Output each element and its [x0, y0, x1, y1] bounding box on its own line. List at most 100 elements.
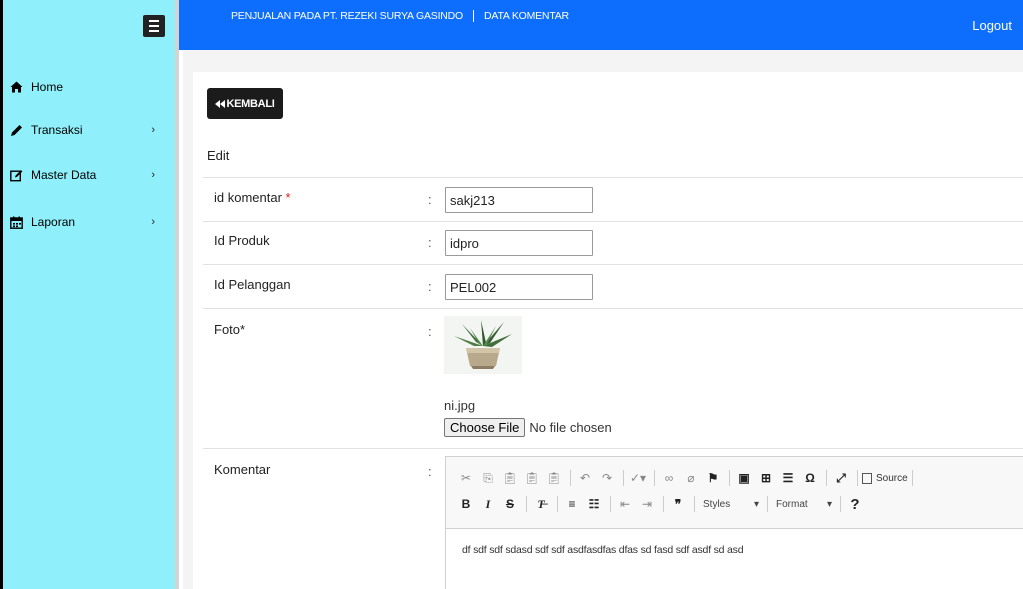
styles-label: Styles [703, 498, 731, 510]
toolbar-divider [911, 470, 913, 486]
id-komentar-input[interactable] [445, 187, 593, 213]
chevron-down-icon: ▾ [753, 498, 759, 510]
file-input: Choose File No file chosen [444, 418, 612, 437]
divider [203, 264, 1023, 265]
id-produk-input[interactable] [445, 230, 593, 256]
paste-text-icon[interactable]: 📋︎ [522, 468, 542, 488]
sidebar-item-label: Transaksi [31, 123, 83, 137]
toolbar-divider [767, 496, 768, 512]
komentar-label: Komentar [214, 462, 271, 477]
back-icon [215, 99, 226, 108]
horizontal-line-icon[interactable]: ☰ [778, 468, 798, 488]
spellcheck-icon[interactable]: ✓▾ [628, 468, 648, 488]
numbered-list-icon[interactable]: ≡ [562, 494, 582, 514]
chevron-right-icon: › [151, 169, 155, 181]
indent-icon[interactable]: ⇥ [637, 494, 657, 514]
form-panel: KEMBALI Edit id komentar * : Id Produk :… [193, 72, 1023, 589]
paste-word-icon[interactable]: 📋︎ [544, 468, 564, 488]
no-file-text: No file chosen [529, 420, 612, 435]
toolbar-divider [610, 496, 611, 512]
toolbar-row-2: B I S T̶ ≡ ☷ ⇤ ⇥ ❞ Styles ▾ Format ▾ ? [456, 491, 1015, 517]
sidebar: Home Transaksi › Master Data › Laporan › [3, 0, 179, 589]
chevron-right-icon: › [151, 124, 155, 136]
home-icon [9, 80, 23, 94]
colon: : [428, 192, 432, 207]
strikethrough-icon[interactable]: S [500, 494, 520, 514]
undo-icon[interactable]: ↶ [575, 468, 595, 488]
redo-icon[interactable]: ↷ [597, 468, 617, 488]
id-komentar-label: id komentar * [214, 190, 291, 205]
bulleted-list-icon[interactable]: ☷ [584, 494, 604, 514]
anchor-flag-icon[interactable]: ⚑ [703, 468, 723, 488]
breadcrumb-divider [473, 10, 475, 22]
calendar-icon [9, 215, 23, 229]
app-title: PENJUALAN PADA PT. REZEKI SURYA GASINDO [231, 10, 464, 22]
toolbar-divider [663, 496, 664, 512]
sidebar-item-laporan[interactable]: Laporan › [3, 210, 175, 234]
source-label: Source [876, 472, 908, 484]
logout-link[interactable]: Logout [972, 18, 1012, 33]
colon: : [428, 464, 432, 479]
italic-icon[interactable]: I [478, 494, 498, 514]
breadcrumb: PENJUALAN PADA PT. REZEKI SURYA GASINDO … [231, 10, 569, 22]
outdent-icon[interactable]: ⇤ [615, 494, 635, 514]
content-area: KEMBALI Edit id komentar * : Id Produk :… [183, 50, 1023, 589]
copy-icon[interactable]: ⎘ [478, 468, 498, 488]
format-dropdown[interactable]: Format ▾ [772, 499, 836, 510]
colon: : [428, 279, 432, 294]
sidebar-item-label: Home [31, 80, 64, 94]
source-icon [862, 472, 872, 484]
blockquote-icon[interactable]: ❞ [668, 494, 688, 514]
rich-text-editor: ✂ ⎘ 📋︎ 📋︎ 📋︎ ↶ ↷ ✓▾ ∞ ⌀ ⚑ ▣ ⊞ ☰ Ω ⤢ Sour… [445, 456, 1023, 589]
toolbar-divider [654, 470, 655, 486]
table-icon[interactable]: ⊞ [756, 468, 776, 488]
format-label: Format [776, 498, 808, 510]
page-title: DATA KOMENTAR [484, 10, 569, 22]
chevron-right-icon: › [151, 216, 155, 228]
sidebar-item-transaksi[interactable]: Transaksi › [3, 118, 175, 142]
toolbar-divider [729, 470, 730, 486]
divider [203, 448, 1023, 449]
unlink-icon[interactable]: ⌀ [681, 468, 701, 488]
sidebar-item-master-data[interactable]: Master Data › [3, 163, 175, 187]
editor-content[interactable]: df sdf sdf sdasd sdf sdf asdfasdfas dfas… [446, 529, 1023, 571]
link-icon[interactable]: ∞ [659, 468, 679, 488]
choose-file-button[interactable]: Choose File [444, 418, 526, 437]
sidebar-item-label: Laporan [31, 215, 76, 229]
colon: : [428, 324, 432, 339]
toolbar-divider [694, 496, 695, 512]
colon: : [428, 235, 432, 250]
cut-icon[interactable]: ✂ [456, 468, 476, 488]
toolbar-divider [570, 470, 571, 486]
menu-toggle-icon[interactable] [143, 15, 165, 37]
divider [203, 308, 1023, 309]
photo-filename: ni.jpg [444, 398, 476, 413]
styles-dropdown[interactable]: Styles ▾ [699, 499, 763, 510]
paste-icon[interactable]: 📋︎ [500, 468, 520, 488]
bold-icon[interactable]: B [456, 494, 476, 514]
source-button[interactable]: Source [862, 472, 908, 484]
toolbar-divider [826, 470, 827, 486]
special-char-icon[interactable]: Ω [800, 468, 820, 488]
image-icon[interactable]: ▣ [734, 468, 754, 488]
required-mark: * [285, 190, 291, 205]
toolbar-row-1: ✂ ⎘ 📋︎ 📋︎ 📋︎ ↶ ↷ ✓▾ ∞ ⌀ ⚑ ▣ ⊞ ☰ Ω ⤢ Sour… [456, 465, 1015, 491]
pencil-icon [9, 123, 23, 137]
sidebar-item-home[interactable]: Home [3, 75, 175, 99]
toolbar-divider [857, 470, 858, 486]
divider [203, 177, 1023, 178]
maximize-icon[interactable]: ⤢ [831, 468, 851, 488]
remove-format-icon[interactable]: T̶ [531, 494, 551, 514]
chevron-down-icon: ▾ [826, 498, 832, 510]
product-photo [444, 316, 522, 374]
id-pelanggan-label: Id Pelanggan [214, 277, 291, 292]
divider [203, 221, 1023, 222]
id-pelanggan-input[interactable] [445, 274, 593, 300]
help-icon[interactable]: ? [845, 494, 865, 514]
toolbar-divider [557, 496, 558, 512]
toolbar-divider [840, 496, 841, 512]
toolbar-divider [623, 470, 624, 486]
back-button[interactable]: KEMBALI [207, 88, 283, 119]
toolbar-divider [526, 496, 527, 512]
topbar: PENJUALAN PADA PT. REZEKI SURYA GASINDO … [179, 0, 1023, 50]
